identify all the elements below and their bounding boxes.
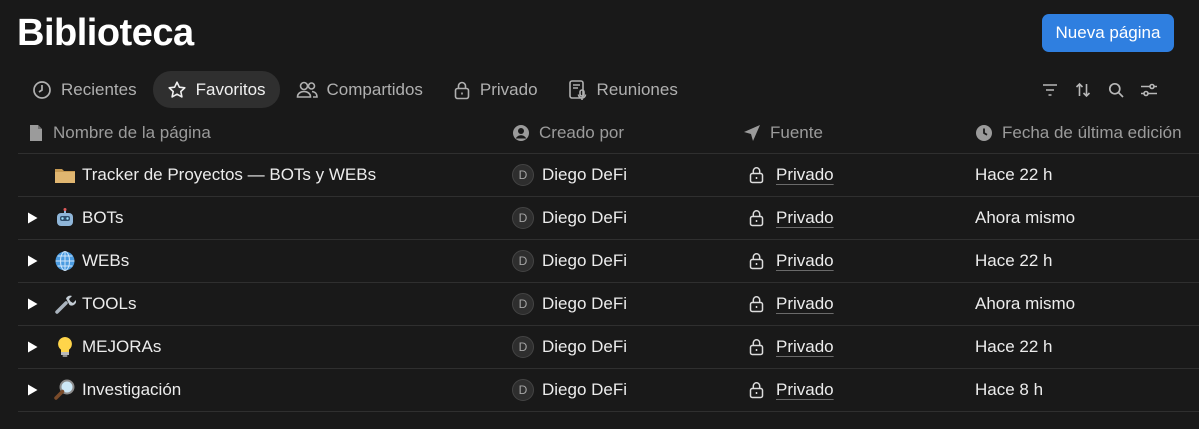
table-row[interactable]: MEJORAs D Diego DeFi Privado Hace 22 h: [18, 326, 1199, 369]
avatar: D: [512, 336, 534, 358]
tab-privado[interactable]: Privado: [439, 71, 552, 108]
tab-label: Recientes: [61, 79, 137, 99]
edited-date: Ahora mismo: [975, 294, 1076, 313]
creator-name: Diego DeFi: [542, 294, 628, 313]
table-header: Nombre de la página Creado por Fuente Fe…: [18, 112, 1199, 154]
table-row[interactable]: Investigación D Diego DeFi Privado Hace …: [18, 369, 1199, 412]
page-title-cell[interactable]: Investigación: [82, 380, 181, 400]
lock-icon: [749, 165, 765, 185]
page-title: Biblioteca: [17, 12, 194, 54]
tab-recientes[interactable]: Recientes: [18, 71, 151, 108]
clock-filled-icon: [976, 124, 992, 141]
page-title-cell[interactable]: TOOLs: [82, 294, 136, 314]
view-toolbar: [1038, 78, 1170, 102]
magnifier-icon: [54, 379, 76, 401]
edited-date: Hace 22 h: [975, 165, 1053, 184]
page-title-cell[interactable]: MEJORAs: [82, 337, 161, 357]
lock-icon: [749, 337, 765, 357]
table-row[interactable]: WEBs D Diego DeFi Privado Hace 22 h: [18, 240, 1199, 283]
avatar: D: [512, 164, 534, 186]
expand-toggle-icon[interactable]: [26, 212, 38, 224]
creator-name: Diego DeFi: [542, 337, 628, 356]
wrench-icon: [54, 293, 76, 315]
globe-icon: [54, 250, 76, 272]
expand-toggle-icon[interactable]: [26, 255, 38, 267]
source-link[interactable]: Privado: [776, 337, 834, 357]
tab-compartidos[interactable]: Compartidos: [282, 71, 437, 108]
page-icon: [30, 124, 42, 141]
source-link[interactable]: Privado: [776, 251, 834, 271]
meeting-notes-icon: [568, 79, 586, 100]
edited-date: Hace 8 h: [975, 380, 1044, 399]
navigation-arrow-icon: [744, 124, 760, 141]
tab-reuniones[interactable]: Reuniones: [554, 71, 692, 108]
table-row[interactable]: TOOLs D Diego DeFi Privado Ahora mismo: [18, 283, 1199, 326]
tab-label: Favoritos: [195, 79, 266, 99]
tab-label: Compartidos: [326, 79, 423, 99]
avatar: D: [512, 293, 534, 315]
lightbulb-icon: [54, 336, 76, 358]
pages-table: Nombre de la página Creado por Fuente Fe…: [18, 112, 1199, 412]
avatar: D: [512, 207, 534, 229]
creator-name: Diego DeFi: [542, 208, 628, 227]
column-label: Fuente: [770, 122, 823, 142]
tab-favoritos[interactable]: Favoritos: [152, 71, 280, 108]
creator-name: Diego DeFi: [542, 165, 628, 184]
column-header-edited[interactable]: Fecha de última edición: [975, 123, 1182, 143]
creator-name: Diego DeFi: [542, 380, 628, 399]
expand-toggle-icon[interactable]: [26, 384, 38, 396]
lock-icon: [749, 294, 765, 314]
search-icon[interactable]: [1104, 78, 1128, 102]
avatar: D: [512, 379, 534, 401]
edited-date: Hace 22 h: [975, 337, 1053, 356]
lock-icon: [749, 251, 765, 271]
column-header-creator[interactable]: Creado por: [512, 123, 624, 143]
avatar: D: [512, 250, 534, 272]
table-row[interactable]: Tracker de Proyectos — BOTs y WEBs D Die…: [18, 154, 1199, 197]
column-label: Nombre de la página: [53, 122, 211, 142]
source-link[interactable]: Privado: [776, 380, 834, 400]
page-title-cell[interactable]: Tracker de Proyectos — BOTs y WEBs: [82, 165, 376, 185]
lock-icon: [454, 81, 470, 99]
settings-sliders-icon[interactable]: [1137, 78, 1161, 102]
column-label: Creado por: [539, 122, 625, 142]
page-title-cell[interactable]: BOTs: [82, 208, 124, 228]
tab-label: Privado: [479, 79, 538, 99]
creator-name: Diego DeFi: [542, 251, 628, 270]
people-icon: [296, 81, 318, 98]
user-circle-icon: [513, 124, 529, 141]
column-header-name[interactable]: Nombre de la página: [28, 123, 211, 143]
expand-toggle-icon[interactable]: [26, 298, 38, 310]
new-page-button[interactable]: Nueva página: [1042, 14, 1174, 52]
page-title-cell[interactable]: WEBs: [82, 251, 129, 271]
clock-icon: [33, 80, 51, 99]
source-link[interactable]: Privado: [776, 208, 834, 228]
edited-date: Ahora mismo: [975, 208, 1076, 227]
edited-date: Hace 22 h: [975, 251, 1053, 270]
filter-icon[interactable]: [1038, 78, 1062, 102]
lock-icon: [749, 208, 765, 228]
column-header-source[interactable]: Fuente: [743, 123, 823, 143]
folder-icon: [54, 164, 76, 186]
expand-toggle-icon[interactable]: [26, 341, 38, 353]
robot-icon: [54, 207, 76, 229]
source-link[interactable]: Privado: [776, 165, 834, 185]
tab-label: Reuniones: [596, 79, 678, 99]
lock-icon: [749, 380, 765, 400]
source-link[interactable]: Privado: [776, 294, 834, 314]
column-label: Fecha de última edición: [1002, 122, 1182, 142]
library-tabs: Recientes Favoritos Compartidos Privado …: [18, 71, 694, 108]
page-header: Biblioteca Nueva página: [0, 0, 1199, 70]
sort-icon[interactable]: [1071, 78, 1095, 102]
star-icon: [168, 80, 186, 98]
table-row[interactable]: BOTs D Diego DeFi Privado Ahora mismo: [18, 197, 1199, 240]
